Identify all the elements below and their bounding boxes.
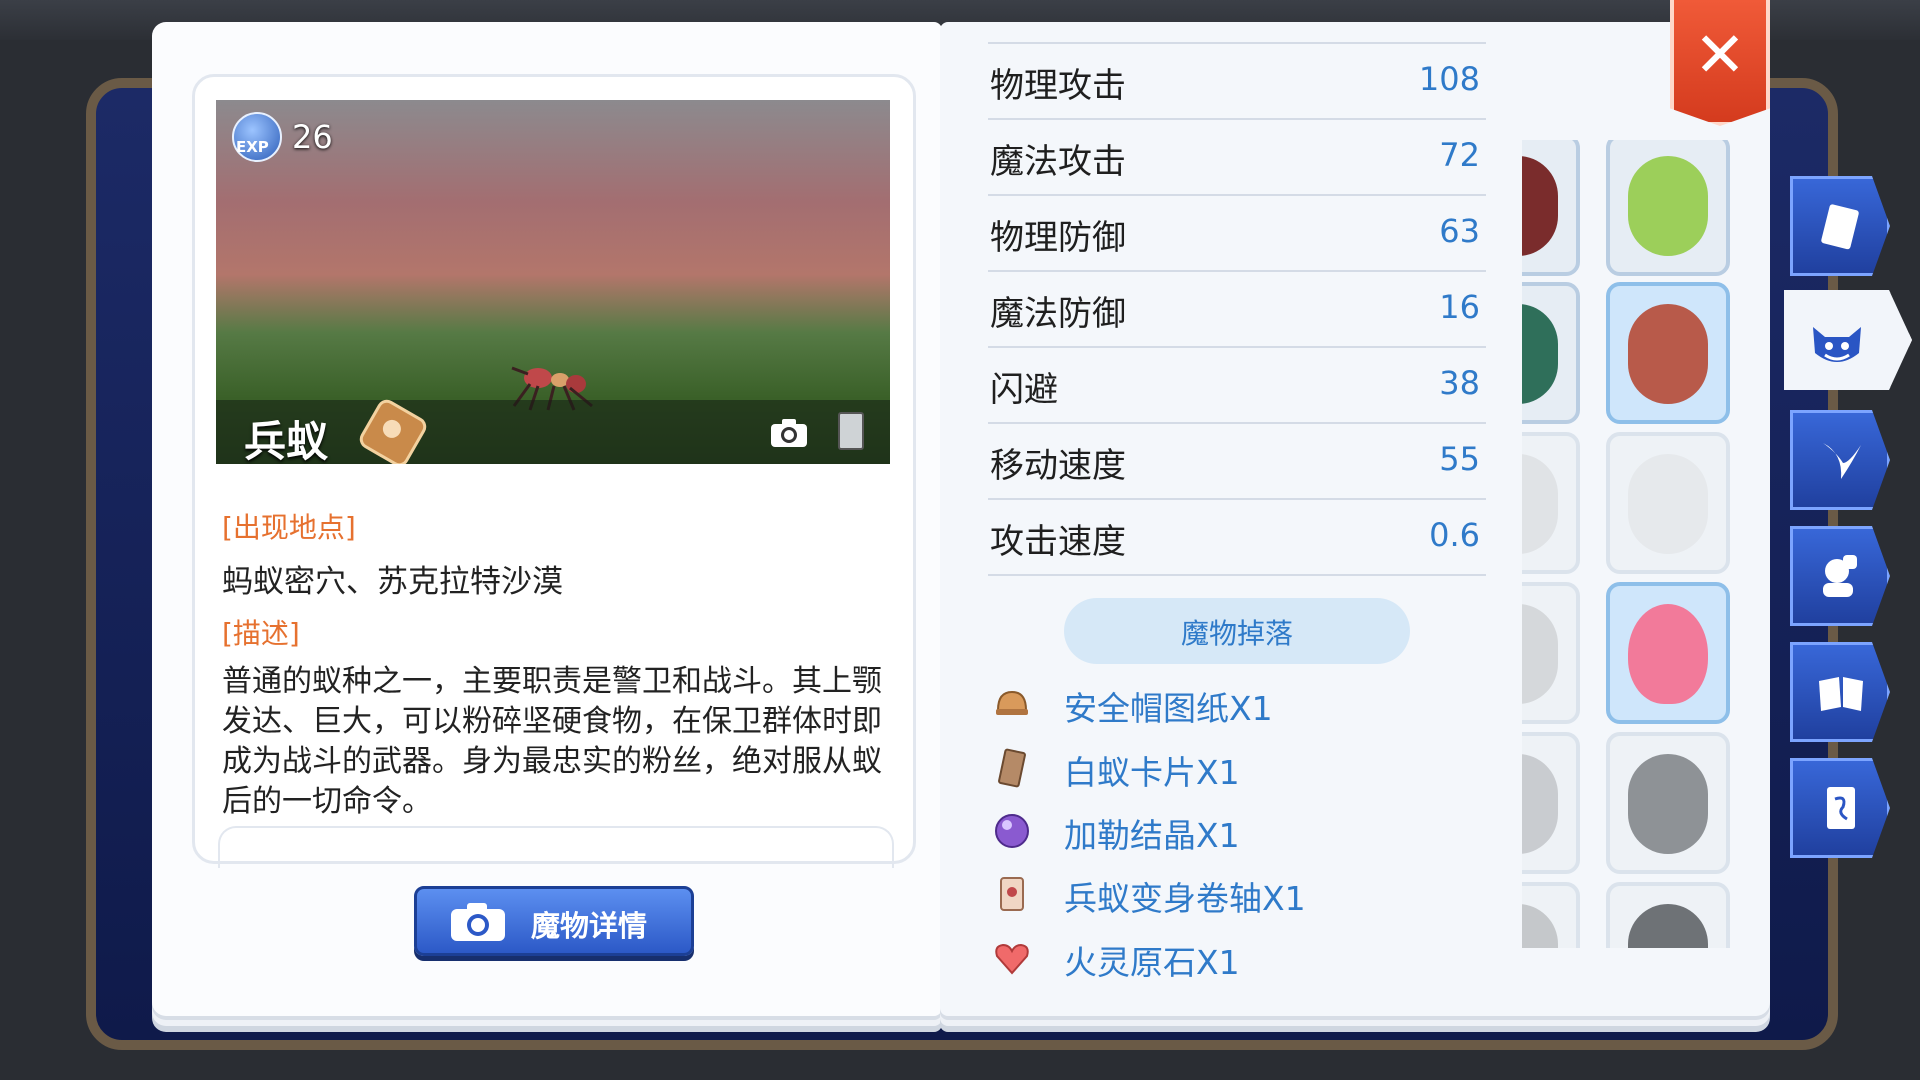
stat-label: 魔法防御	[990, 294, 1126, 334]
stat-value: 0.6	[1429, 516, 1480, 554]
drop-item[interactable]: 安全帽图纸X1	[990, 676, 1410, 732]
monster-tile-locked[interactable]	[1522, 432, 1580, 574]
stat-label: 移动速度	[990, 446, 1126, 486]
monster-tile[interactable]	[1522, 282, 1580, 424]
monster-tile-locked[interactable]	[1606, 432, 1730, 574]
monster-tile[interactable]	[1522, 140, 1580, 276]
open-book-icon	[1819, 677, 1863, 711]
screenshot-camera-icon[interactable]	[770, 418, 808, 448]
stat-label: 闪避	[990, 370, 1058, 410]
location-text: 蚂蚁密穴、苏克拉特沙漠	[222, 564, 563, 600]
monster-tile-locked[interactable]	[1606, 732, 1730, 874]
close-icon: ✕	[1694, 18, 1746, 91]
stat-value: 55	[1439, 440, 1480, 478]
tab-weapon[interactable]	[1790, 410, 1890, 510]
stat-value: 38	[1439, 364, 1480, 402]
monster-card-icon[interactable]	[838, 412, 864, 450]
monster-thumbnail	[1628, 304, 1708, 404]
stat-row: 魔法防御 16	[988, 270, 1486, 346]
stat-label: 物理攻击	[990, 66, 1126, 106]
monster-detail-label: 魔物详情	[531, 909, 648, 943]
monster-face-icon	[1813, 327, 1861, 362]
exp-label: EXP	[236, 138, 269, 156]
stat-row: 攻击速度 0.6	[988, 498, 1486, 576]
monster-drops-title: 魔物掉落	[1180, 617, 1293, 650]
stat-value: 72	[1439, 136, 1480, 174]
monster-thumbnail	[1522, 604, 1558, 704]
stat-value: 63	[1439, 212, 1480, 250]
exp-value: 26	[292, 118, 333, 156]
stat-row: 物理攻击 108	[988, 42, 1486, 118]
stat-value: 108	[1418, 60, 1480, 98]
monster-name: 兵蚁	[244, 417, 329, 464]
tab-card[interactable]	[1790, 758, 1890, 858]
exp-star-icon: EXP	[232, 112, 282, 162]
person-talk-icon	[1823, 555, 1857, 597]
drop-item-label: 火灵原石X1	[1064, 943, 1240, 982]
camera-icon	[451, 903, 505, 941]
card-icon	[1827, 787, 1855, 829]
monster-thumbnail	[1522, 454, 1558, 554]
stat-label: 魔法攻击	[990, 142, 1126, 182]
drop-item-label: 安全帽图纸X1	[1064, 689, 1273, 728]
stat-value: 16	[1439, 288, 1480, 326]
monster-tile-locked[interactable]	[1522, 732, 1580, 874]
monster-thumbnail	[1628, 754, 1708, 854]
monster-thumbnail	[1522, 304, 1558, 404]
monster-thumbnail	[1522, 754, 1558, 854]
tab-monster[interactable]	[1784, 290, 1912, 390]
stat-row: 闪避 38	[988, 346, 1486, 422]
monster-drops-header: 魔物掉落	[1064, 598, 1410, 664]
stat-label: 攻击速度	[990, 522, 1126, 562]
stat-row: 魔法攻击 72	[988, 118, 1486, 194]
monster-tile[interactable]	[1606, 140, 1730, 276]
crystal-icon	[995, 814, 1029, 848]
stat-label: 物理防御	[990, 218, 1126, 258]
monster-thumbnail	[1522, 156, 1558, 256]
drop-item[interactable]: 白蚁卡片X1	[990, 740, 1410, 796]
drop-item-label: 白蚁卡片X1	[1064, 753, 1240, 792]
monster-thumbnail	[1522, 904, 1558, 948]
drop-item-label: 兵蚁变身卷轴X1	[1064, 879, 1306, 918]
scroll-icon	[1000, 877, 1024, 911]
monster-tile[interactable]	[1606, 582, 1730, 724]
poring-thumbnail	[1628, 604, 1708, 704]
drop-item-label: 加勒结晶X1	[1064, 816, 1240, 855]
monster-thumbnail	[1628, 904, 1708, 948]
stats-table: 物理攻击 108 魔法攻击 72 物理防御 63 魔法防御 16 闪避 38 移…	[988, 42, 1486, 576]
drop-item[interactable]: 火灵原石X1	[990, 930, 1410, 986]
horn-icon	[1823, 443, 1861, 479]
monster-tile-locked[interactable]	[1522, 882, 1580, 948]
close-button[interactable]: ✕	[1670, 0, 1770, 126]
monster-thumbnail	[1628, 156, 1708, 256]
monster-tile-selected[interactable]	[1606, 282, 1730, 424]
monster-photo: EXP 26 兵蚁	[216, 100, 890, 464]
tab-map[interactable]	[1790, 642, 1890, 742]
tab-book[interactable]	[1790, 176, 1890, 276]
monster-detail-button[interactable]: 魔物详情	[414, 886, 694, 956]
drop-item[interactable]: 加勒结晶X1	[990, 803, 1410, 859]
monster-tile-locked[interactable]	[1606, 882, 1730, 948]
helmet-blueprint-icon	[996, 690, 1028, 715]
scroll-content-edge	[218, 826, 894, 868]
location-section-title: [出现地点]	[222, 511, 356, 544]
description-section-title: [描述]	[222, 617, 300, 650]
monster-grid	[1522, 140, 1742, 948]
heart-stone-icon	[995, 943, 1029, 975]
monster-tile-locked[interactable]	[1522, 582, 1580, 724]
drop-item[interactable]: 兵蚁变身卷轴X1	[990, 866, 1410, 922]
book-icon	[1821, 204, 1859, 250]
stat-row: 物理防御 63	[988, 194, 1486, 270]
tab-npc[interactable]	[1790, 526, 1890, 626]
stat-row: 移动速度 55	[988, 422, 1486, 498]
description-text: 普通的蚁种之一，主要职责是警卫和战斗。其上颚发达、巨大，可以粉碎坚硬食物，在保卫…	[222, 664, 882, 819]
monster-thumbnail	[1628, 454, 1708, 554]
card-icon	[998, 748, 1026, 788]
